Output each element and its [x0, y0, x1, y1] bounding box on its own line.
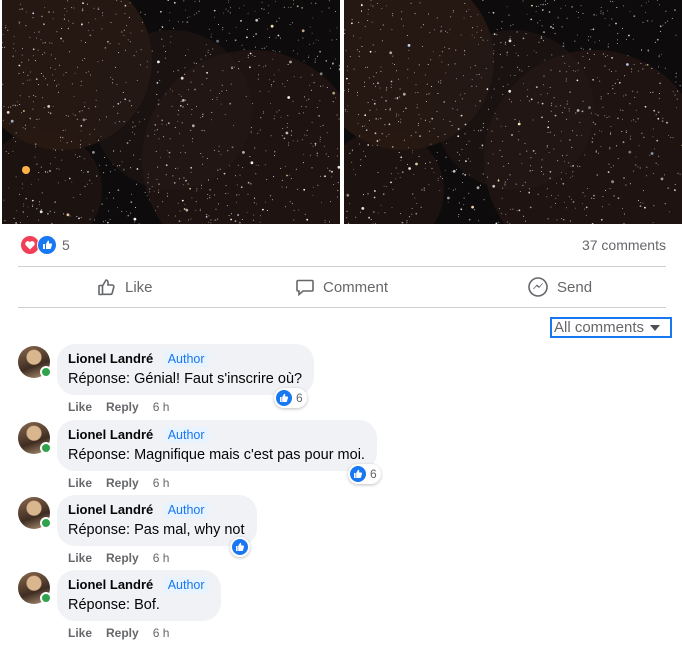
post-photos	[0, 0, 682, 224]
comment-icon	[296, 279, 314, 297]
comment-reactions[interactable]	[230, 537, 250, 557]
comment-text: Réponse: Magnifique mais c'est pas pour …	[68, 447, 365, 463]
reactions-summary: 5 37 comments	[18, 234, 668, 256]
messenger-icon	[528, 277, 548, 297]
comment-reactions[interactable]: 6	[274, 388, 307, 408]
like-icon	[276, 390, 292, 406]
send-button[interactable]: Send	[527, 267, 592, 307]
comment-reaction-count: 6	[296, 391, 303, 405]
comment-bubble: Lionel Landré Author Réponse: Bof.	[57, 570, 221, 621]
caret-down-icon	[650, 324, 661, 331]
reaction-count[interactable]: 5	[62, 237, 70, 253]
online-status-dot	[40, 366, 52, 378]
comment-author[interactable]: Lionel Landré	[68, 502, 153, 517]
post-photo-left[interactable]	[2, 0, 340, 224]
post-photo-right[interactable]	[344, 0, 682, 224]
starfield-image	[344, 0, 682, 224]
comments-count[interactable]: 37 comments	[582, 237, 666, 253]
comment-button[interactable]: Comment	[295, 267, 388, 307]
comment-label: Comment	[323, 278, 389, 296]
comment-meta: Like Reply 6 h	[68, 551, 169, 565]
comment-timestamp[interactable]: 6 h	[153, 551, 170, 565]
author-badge: Author	[163, 502, 209, 518]
comment-item: Lionel Landré Author Réponse: Magnifique…	[18, 420, 678, 495]
comment-reply-link[interactable]: Reply	[106, 476, 139, 490]
comment-like-link[interactable]: Like	[68, 400, 92, 414]
online-status-dot	[40, 442, 52, 454]
comment-meta: Like Reply 6 h	[68, 476, 169, 490]
comment-reactions[interactable]: 6	[348, 464, 381, 484]
author-badge: Author	[163, 577, 209, 593]
comment-item: Lionel Landré Author Réponse: Bof. Like …	[18, 570, 678, 645]
comment-meta: Like Reply 6 h	[68, 400, 169, 414]
thumbs-up-icon	[98, 279, 115, 296]
starfield-image	[2, 0, 340, 224]
comment-reply-link[interactable]: Reply	[106, 626, 139, 640]
comment-filter-label: All comments	[554, 319, 645, 336]
comment-text: Réponse: Pas mal, why not	[68, 522, 245, 538]
comment-like-link[interactable]: Like	[68, 476, 92, 490]
comment-reply-link[interactable]: Reply	[106, 551, 139, 565]
post-actions: Like Comment Send	[18, 267, 666, 307]
comment-filter-dropdown[interactable]: All comments	[550, 317, 672, 338]
comment-author[interactable]: Lionel Landré	[68, 577, 153, 592]
comment-bubble: Lionel Landré Author Réponse: Génial! Fa…	[57, 344, 315, 395]
comment-item: Lionel Landré Author Réponse: Génial! Fa…	[18, 344, 678, 419]
like-button[interactable]: Like	[97, 267, 153, 307]
comment-bubble: Lionel Landré Author Réponse: Magnifique…	[57, 420, 377, 471]
comment-text: Réponse: Génial! Faut s'inscrire où?	[68, 371, 303, 387]
comment-like-link[interactable]: Like	[68, 551, 92, 565]
like-icon	[350, 466, 366, 482]
comment-item: Lionel Landré Author Réponse: Pas mal, w…	[18, 495, 678, 570]
comment-bubble: Lionel Landré Author Réponse: Pas mal, w…	[57, 495, 257, 546]
author-badge: Author	[163, 427, 209, 443]
author-badge: Author	[163, 351, 209, 367]
comment-reaction-count: 6	[370, 467, 377, 481]
comment-timestamp[interactable]: 6 h	[153, 400, 170, 414]
comment-author[interactable]: Lionel Landré	[68, 351, 153, 366]
like-icon	[37, 235, 57, 255]
divider	[18, 307, 666, 308]
reaction-icons[interactable]	[18, 235, 58, 255]
like-label: Like	[125, 278, 153, 296]
comment-author[interactable]: Lionel Landré	[68, 427, 153, 442]
comment-timestamp[interactable]: 6 h	[153, 626, 170, 640]
online-status-dot	[40, 517, 52, 529]
comment-text: Réponse: Bof.	[68, 597, 160, 613]
comment-meta: Like Reply 6 h	[68, 626, 169, 640]
online-status-dot	[40, 592, 52, 604]
comment-reply-link[interactable]: Reply	[106, 400, 139, 414]
comment-timestamp[interactable]: 6 h	[153, 476, 170, 490]
send-label: Send	[557, 278, 593, 296]
comment-like-link[interactable]: Like	[68, 626, 92, 640]
like-icon	[232, 539, 248, 555]
